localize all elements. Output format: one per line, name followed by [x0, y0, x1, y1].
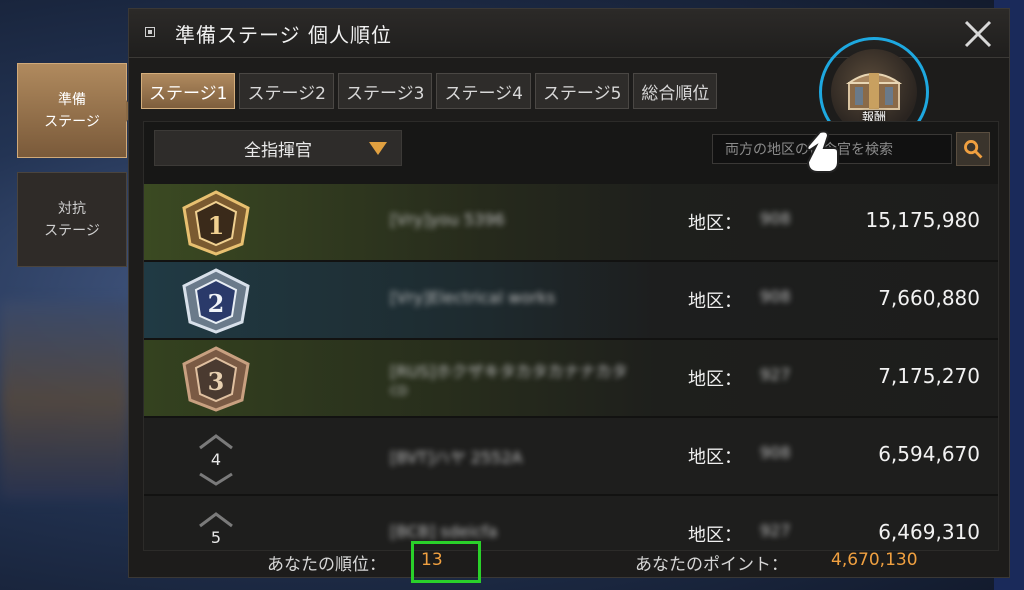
region-value: 908	[760, 209, 791, 228]
page-title: 準備ステージ 個人順位	[175, 23, 392, 47]
side-tab-label-line1: 対抗	[58, 200, 86, 217]
side-tab-label-line1: 準備	[58, 91, 86, 108]
treasure-chest-icon	[845, 73, 903, 110]
region-label: 地区：	[688, 525, 742, 546]
region-value: 927	[760, 521, 791, 540]
player-name: [Vry]you 5396	[390, 210, 505, 229]
player-name-sub: CD	[390, 384, 408, 398]
points-value: 6,469,310	[878, 520, 980, 544]
title-square-icon	[145, 27, 155, 37]
pointing-hand-icon	[806, 130, 839, 173]
tab-stage-4[interactable]: ステージ4	[436, 73, 531, 109]
points-value: 7,660,880	[878, 286, 980, 310]
side-tab-versus-stage[interactable]: 対抗 ステージ	[17, 172, 127, 267]
ranking-list: 1 [Vry]you 5396 地区： 908 15,175,980 2 [Vr…	[144, 184, 998, 550]
stage-tabs: ステージ1 ステージ2 ステージ3 ステージ4 ステージ5 総合順位	[141, 73, 718, 109]
points-value: 15,175,980	[865, 208, 980, 232]
commander-filter-dropdown[interactable]: 全指揮官	[154, 130, 402, 166]
rank-badge: 4	[186, 428, 246, 486]
region-label: 地区：	[688, 369, 742, 390]
my-rank-value: 13	[421, 550, 443, 570]
table-row[interactable]: 1 [Vry]you 5396 地区： 908 15,175,980	[144, 184, 998, 262]
my-points-label: あなたのポイント：	[635, 555, 788, 575]
tab-stage-5[interactable]: ステージ5	[534, 73, 630, 109]
ranking-content: 全指揮官 両方の地区の司令官を検索 1 [Vry]you 5396 地区： 90…	[143, 121, 999, 551]
ranking-panel: 準備ステージ 個人順位 ステージ1 ステージ2 ステージ3 ステージ4 ステージ…	[128, 8, 1010, 583]
region-label: 地区：	[688, 447, 742, 468]
rank-badge: 5	[186, 506, 246, 550]
region-value: 927	[760, 365, 791, 384]
region-label: 地区：	[688, 213, 742, 234]
tab-overall-ranking[interactable]: 総合順位	[633, 73, 718, 109]
player-name: [Vry]Electrical works	[390, 288, 556, 307]
medal-rank-text: 1	[208, 211, 225, 240]
player-name: [BVT]ハヤ 2552A	[390, 448, 523, 467]
dropdown-arrow-icon	[369, 142, 387, 155]
search-icon[interactable]	[956, 132, 990, 166]
dropdown-selected: 全指揮官	[244, 140, 312, 161]
bronze-medal-icon: 3	[182, 346, 250, 412]
region-label: 地区：	[688, 291, 742, 312]
region-value: 908	[760, 443, 791, 462]
table-row[interactable]: 2 [Vry]Electrical works 地区： 908 7,660,88…	[144, 262, 998, 340]
medal-rank-text: 3	[208, 367, 225, 396]
points-value: 7,175,270	[878, 364, 980, 388]
points-value: 6,594,670	[878, 442, 980, 466]
rank-number: 4	[210, 450, 222, 469]
gold-medal-icon: 1	[182, 190, 250, 256]
table-row[interactable]: 5 [BCB] sdeicfa 地区： 927 6,469,310	[144, 496, 998, 550]
tab-stage-1[interactable]: ステージ1	[141, 73, 236, 109]
table-row[interactable]: 4 [BVT]ハヤ 2552A 地区： 908 6,594,670	[144, 418, 998, 496]
region-value: 908	[760, 287, 791, 306]
side-tab-label-line2: ステージ	[44, 113, 100, 130]
player-name: [BCB] sdeicfa	[390, 522, 498, 541]
my-rank-label: あなたの順位：	[267, 555, 386, 575]
tab-stage-2[interactable]: ステージ2	[239, 73, 334, 109]
tab-stage-3[interactable]: ステージ3	[337, 73, 433, 109]
side-tab-label-line2: ステージ	[44, 222, 100, 239]
close-icon[interactable]	[961, 17, 995, 51]
player-name: [RUS]ホクザキタカタカナナカタ	[390, 362, 628, 381]
side-tab-prep-stage[interactable]: 準備 ステージ	[17, 63, 136, 158]
my-points-value: 4,670,130	[831, 550, 918, 570]
silver-medal-icon: 2	[182, 268, 250, 334]
rank-number: 5	[210, 528, 222, 547]
background-blur	[0, 300, 130, 500]
player-summary-footer: あなたの順位： 13 あなたのポイント： 4,670,130	[129, 541, 1009, 583]
table-row[interactable]: 3 [RUS]ホクザキタカタカナナカタ CD 地区： 927 7,175,270	[144, 340, 998, 418]
medal-rank-text: 2	[208, 289, 225, 318]
